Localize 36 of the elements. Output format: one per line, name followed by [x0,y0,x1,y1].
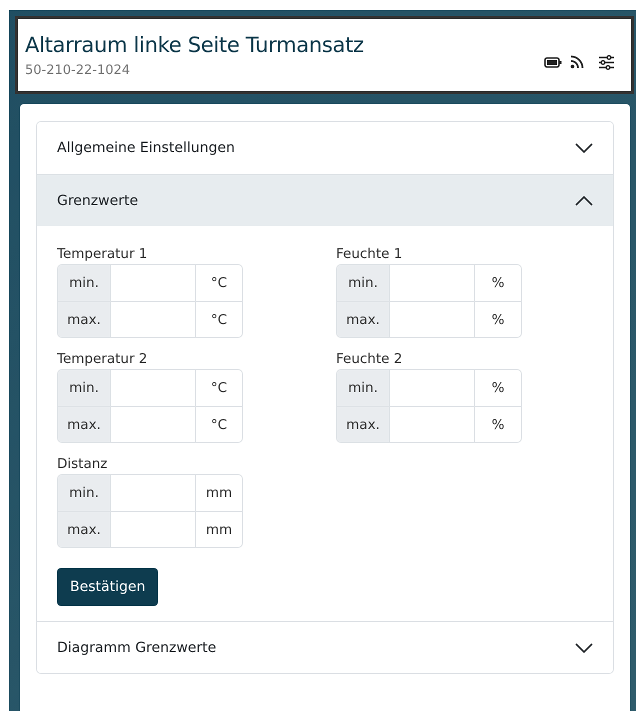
unit-label: % [490,274,506,293]
device-id: 50-210-22-1024 [25,62,132,78]
field-label: Temperatur 1 [57,246,148,262]
unit-label: °C [210,416,228,434]
range-label: max. [58,407,111,442]
range-label: max. [58,512,111,547]
range-label: max. [337,302,390,337]
range-label: min. [337,370,390,406]
unit-label: % [490,379,506,398]
unit-label: % [490,310,506,330]
unit-label: °C [210,274,228,293]
field-label: Distanz [57,456,108,472]
settings-icon[interactable] [598,54,615,70]
chevron-down-icon [575,143,593,153]
unit-label: % [490,416,506,434]
unit-label: mm [204,520,234,540]
accordion-header[interactable]: Diagramm Grenzwerte [37,621,613,673]
rss-icon[interactable] [570,55,584,69]
unit-label: °C [210,310,228,330]
range-label: min. [58,370,111,406]
battery-icon[interactable] [544,56,562,68]
range-label: min. [58,265,111,301]
chevron-up-icon [575,196,593,206]
confirm-button[interactable]: Bestätigen [57,568,158,606]
device-title: Altarraum linke Seite Turmansatz [25,32,364,56]
range-label: max. [58,302,111,337]
field-label: Feuchte 1 [336,246,404,262]
unit-label: °C [210,379,228,398]
field-label: Temperatur 2 [57,351,148,367]
chevron-down-icon [575,642,593,652]
range-label: min. [58,475,111,511]
field-label: Feuchte 2 [336,351,404,367]
range-label: max. [337,407,390,442]
unit-label: mm [204,484,234,503]
accordion-header[interactable]: Grenzwerte [37,174,613,226]
range-label: min. [337,265,390,301]
